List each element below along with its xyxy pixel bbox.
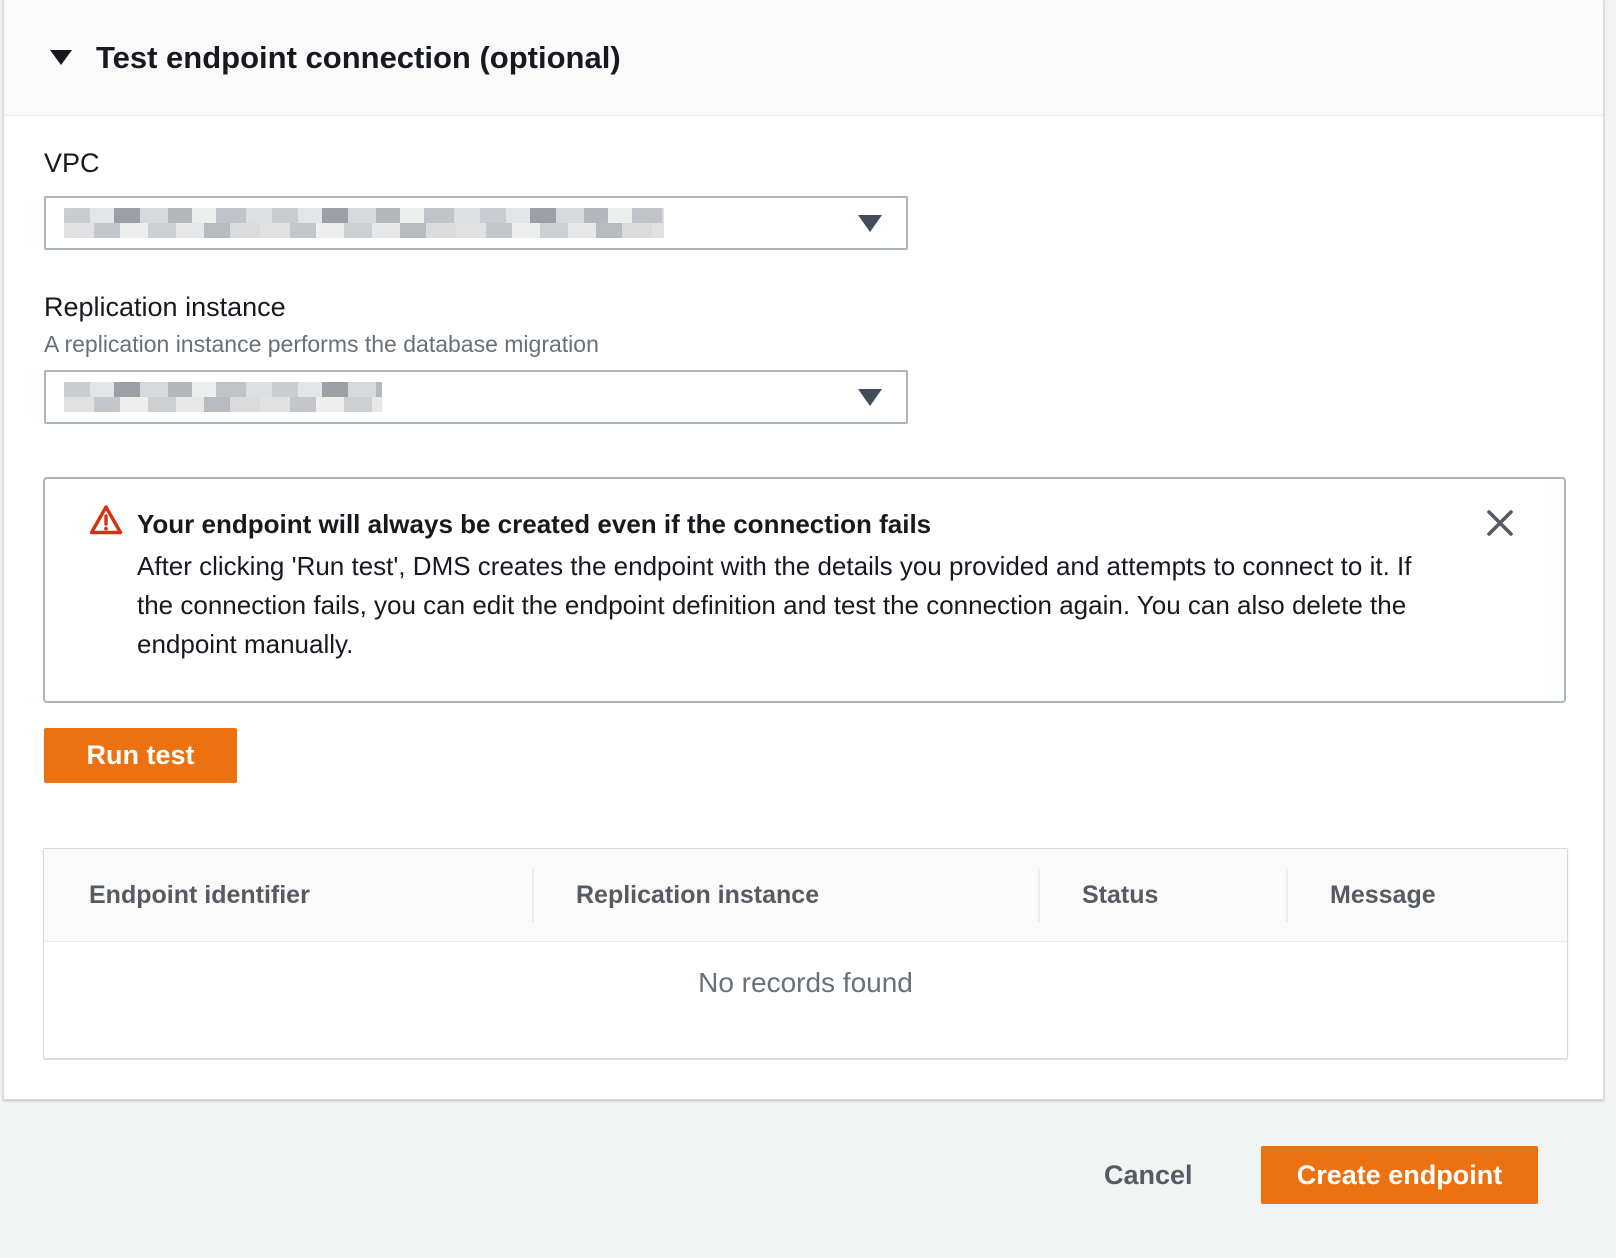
- column-divider: [1038, 869, 1040, 922]
- table-header-row: Endpoint identifier Replication instance…: [44, 849, 1567, 942]
- vpc-label: VPC: [44, 148, 100, 179]
- test-endpoint-connection-section: Test endpoint connection (optional) VPC …: [3, 0, 1604, 1100]
- column-divider: [532, 869, 534, 922]
- column-header-endpoint-identifier: Endpoint identifier: [89, 849, 310, 942]
- replication-instance-description: A replication instance performs the data…: [44, 331, 599, 358]
- warning-flashbar: Your endpoint will always be created eve…: [43, 477, 1566, 703]
- caret-down-icon: [858, 389, 882, 406]
- replication-instance-select[interactable]: [44, 370, 908, 424]
- column-header-message: Message: [1330, 849, 1436, 942]
- replication-instance-label: Replication instance: [44, 292, 286, 323]
- column-header-replication-instance: Replication instance: [576, 849, 819, 942]
- vpc-redacted-value: [64, 208, 664, 238]
- replication-instance-redacted-value: [64, 382, 382, 412]
- test-results-table: Endpoint identifier Replication instance…: [43, 848, 1568, 1059]
- column-header-status: Status: [1082, 849, 1158, 942]
- vpc-select[interactable]: [44, 196, 908, 250]
- close-icon[interactable]: [1484, 507, 1516, 539]
- run-test-button[interactable]: Run test: [44, 728, 237, 783]
- create-endpoint-button[interactable]: Create endpoint: [1261, 1146, 1538, 1204]
- table-empty-message: No records found: [44, 967, 1567, 999]
- warning-triangle-icon: [89, 504, 123, 541]
- warning-title: Your endpoint will always be created eve…: [137, 509, 931, 540]
- column-divider: [1286, 869, 1288, 922]
- caret-down-icon: [858, 215, 882, 232]
- section-title: Test endpoint connection (optional): [96, 40, 621, 76]
- section-header-toggle[interactable]: Test endpoint connection (optional): [4, 0, 1603, 116]
- warning-body: After clicking 'Run test', DMS creates t…: [137, 547, 1447, 664]
- cancel-button[interactable]: Cancel: [1104, 1160, 1193, 1191]
- triangle-down-icon: [50, 50, 72, 65]
